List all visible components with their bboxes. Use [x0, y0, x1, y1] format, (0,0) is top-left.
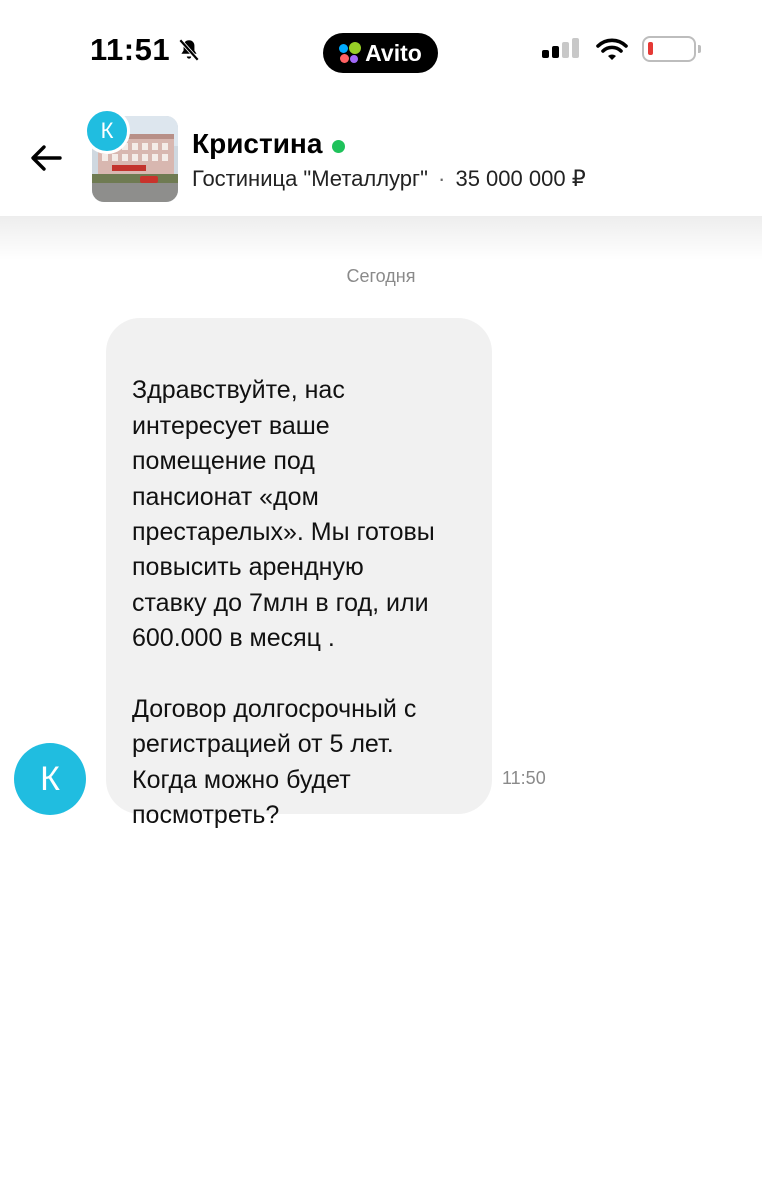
status-icons: [542, 36, 701, 62]
listing-title: Гостиница "Металлург": [192, 166, 428, 191]
wifi-icon: [596, 38, 628, 60]
contact-name[interactable]: Кристина: [192, 128, 346, 160]
back-arrow-icon[interactable]: [26, 140, 66, 176]
chat-header: К Кристина Гостиница "Металлург" · 35 00…: [0, 100, 762, 216]
avito-label: Avito: [365, 39, 422, 66]
battery-icon: [642, 36, 701, 62]
chat-screen: 11:51 Avito К Кристина Гостиница "Металл…: [0, 0, 762, 1200]
header-shadow: [0, 216, 762, 260]
status-time: 11:51: [90, 32, 202, 68]
date-separator: Сегодня: [346, 266, 416, 286]
message-text: Здравствуйте, нас интересует ваше помеще…: [132, 376, 435, 830]
clock-text: 11:51: [90, 32, 171, 67]
sender-avatar[interactable]: К: [14, 743, 86, 815]
listing-info[interactable]: Гостиница "Металлург" · 35 000 000 ₽: [192, 166, 586, 192]
message-bubble[interactable]: Здравствуйте, нас интересует ваше помеще…: [106, 318, 492, 829]
sender-avatar-letter: К: [40, 759, 60, 798]
online-status-dot: [332, 139, 346, 153]
message-time: 11:50: [502, 768, 546, 788]
contact-name-text: Кристина: [192, 128, 323, 159]
status-bar: 11:51 Avito: [0, 0, 762, 100]
avito-pill[interactable]: Avito: [323, 33, 438, 73]
listing-separator: ·: [438, 166, 446, 191]
contact-avatar-letter: К: [100, 118, 114, 143]
battery-level: [648, 42, 653, 55]
cellular-signal-icon: [542, 38, 579, 58]
listing-price: 35 000 000 ₽: [455, 166, 586, 191]
contact-avatar[interactable]: К: [84, 108, 130, 154]
bell-muted-icon: [178, 38, 200, 62]
avito-logo-icon: [339, 42, 362, 64]
